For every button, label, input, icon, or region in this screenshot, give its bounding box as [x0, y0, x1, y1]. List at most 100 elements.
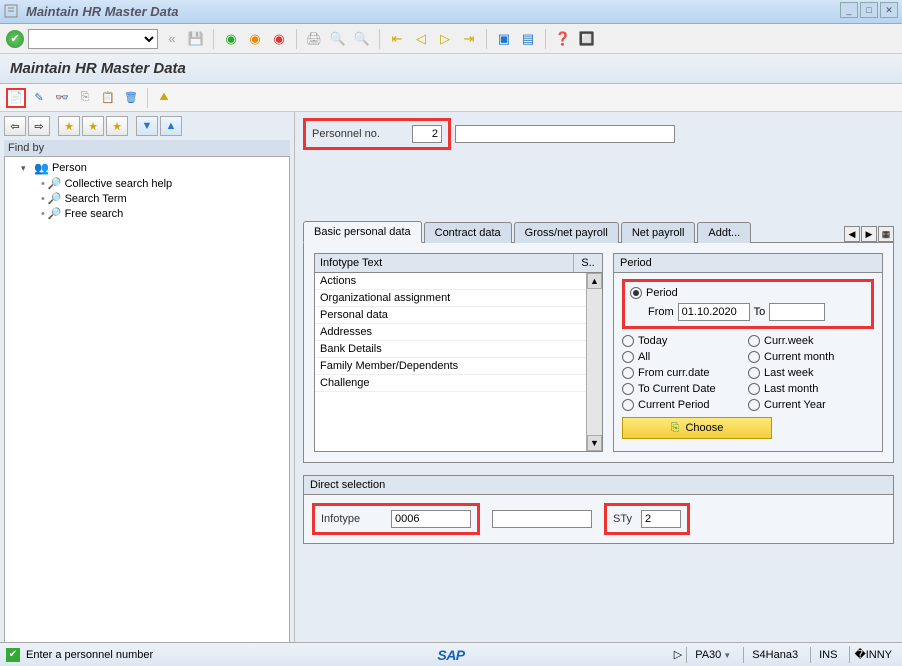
radio-icon[interactable]: [748, 335, 760, 347]
radio-icon[interactable]: [748, 351, 760, 363]
back-icon[interactable]: ◉: [221, 29, 241, 49]
tree-item-search-term[interactable]: • 🔎 Search Term: [7, 191, 287, 206]
next-page-icon[interactable]: ▷: [435, 29, 455, 49]
status-tcode[interactable]: PA30▼: [686, 647, 739, 663]
radio-current-period[interactable]: Current Period: [622, 397, 748, 413]
radio-label: Today: [638, 335, 667, 347]
radio-icon[interactable]: [630, 287, 642, 299]
tree-item-label: Free search: [65, 208, 124, 220]
favorite1-button[interactable]: ★: [58, 116, 80, 136]
tab-scroll-left-button[interactable]: ◀: [844, 226, 860, 242]
nav-back-button[interactable]: ⇦: [4, 116, 26, 136]
vertical-scrollbar[interactable]: ▲ ▼: [586, 273, 602, 451]
radio-last-week[interactable]: Last week: [748, 365, 874, 381]
person-icon: 👥: [34, 161, 49, 175]
table-row[interactable]: Family Member/Dependents: [315, 358, 602, 375]
radio-current-month[interactable]: Current month: [748, 349, 874, 365]
status-menu-icon[interactable]: �INNY: [849, 646, 896, 663]
radio-icon[interactable]: [622, 335, 634, 347]
shortcut-icon[interactable]: ▤: [518, 29, 538, 49]
sty-label: STy: [613, 513, 641, 525]
collapse-button[interactable]: ▲: [160, 116, 182, 136]
tree-item-label: Search Term: [65, 193, 127, 205]
find-icon[interactable]: 🔍: [328, 29, 348, 49]
find-next-icon[interactable]: 🔍: [352, 29, 372, 49]
table-row[interactable]: Personal data: [315, 307, 602, 324]
radio-period[interactable]: Period: [630, 285, 866, 301]
favorite3-button[interactable]: ★: [106, 116, 128, 136]
scroll-down-button[interactable]: ▼: [587, 435, 602, 451]
tab-contract-data[interactable]: Contract data: [424, 222, 512, 243]
exit-icon[interactable]: ◉: [245, 29, 265, 49]
print-icon[interactable]: 🖨: [304, 29, 324, 49]
infotype-text-header[interactable]: Infotype Text: [315, 254, 574, 272]
display-icon[interactable]: 👓: [52, 88, 72, 108]
scroll-up-button[interactable]: ▲: [587, 273, 602, 289]
tree-root-person[interactable]: ▾ 👥 Person: [7, 160, 287, 176]
radio-icon[interactable]: [748, 399, 760, 411]
nav-forward-button[interactable]: ⇨: [28, 116, 50, 136]
radio-icon[interactable]: [622, 351, 634, 363]
radio-today[interactable]: Today: [622, 333, 748, 349]
radio-from-curr-date[interactable]: From curr.date: [622, 365, 748, 381]
new-session-icon[interactable]: ▣: [494, 29, 514, 49]
minimize-button[interactable]: _: [840, 2, 858, 18]
enter-button[interactable]: ✔: [6, 30, 24, 48]
tab-scroll-right-button[interactable]: ▶: [861, 226, 877, 242]
first-page-icon[interactable]: ⇤: [387, 29, 407, 49]
radio-icon[interactable]: [622, 399, 634, 411]
radio-icon[interactable]: [748, 383, 760, 395]
infotype-input[interactable]: [391, 510, 471, 528]
tab-list-button[interactable]: ▦: [878, 226, 894, 242]
maximize-button[interactable]: □: [860, 2, 878, 18]
edit-icon[interactable]: ✎: [29, 88, 49, 108]
table-row[interactable]: Bank Details: [315, 341, 602, 358]
sty-input[interactable]: [641, 510, 681, 528]
layout-icon[interactable]: 🔲: [577, 29, 597, 49]
from-date-input[interactable]: [678, 303, 750, 321]
close-button[interactable]: ✕: [880, 2, 898, 18]
overview-icon[interactable]: ⛰: [154, 88, 174, 108]
delimit-icon[interactable]: 📋: [98, 88, 118, 108]
last-page-icon[interactable]: ⇥: [459, 29, 479, 49]
cancel-icon[interactable]: ◉: [269, 29, 289, 49]
copy-icon[interactable]: ⎘: [75, 88, 95, 108]
radio-curr-week[interactable]: Curr.week: [748, 333, 874, 349]
infotype-status-header[interactable]: S..: [574, 254, 602, 272]
prev-page-icon[interactable]: ◁: [411, 29, 431, 49]
expand-button[interactable]: ▼: [136, 116, 158, 136]
radio-icon[interactable]: [622, 367, 634, 379]
command-field[interactable]: [28, 29, 158, 49]
table-row[interactable]: Actions: [315, 273, 602, 290]
from-to-row: From To: [630, 301, 866, 323]
tab-gross-net-payroll[interactable]: Gross/net payroll: [514, 222, 619, 243]
help-icon[interactable]: ❓: [553, 29, 573, 49]
personnel-no-input[interactable]: [412, 125, 442, 143]
radio-all[interactable]: All: [622, 349, 748, 365]
radio-icon[interactable]: [622, 383, 634, 395]
create-icon[interactable]: 📄: [6, 88, 26, 108]
radio-icon[interactable]: [748, 367, 760, 379]
save-icon[interactable]: 💾: [186, 29, 206, 49]
favorite2-button[interactable]: ★: [82, 116, 104, 136]
radio-current-year[interactable]: Current Year: [748, 397, 874, 413]
radio-to-current-date[interactable]: To Current Date: [622, 381, 748, 397]
status-mode[interactable]: INS: [810, 647, 845, 663]
to-label: To: [754, 306, 766, 318]
table-row[interactable]: Addresses: [315, 324, 602, 341]
choose-button[interactable]: ⎘ Choose: [622, 417, 772, 439]
status-expand-icon[interactable]: ▷: [674, 648, 682, 661]
status-system[interactable]: S4Hana3: [743, 647, 806, 663]
tree-item-collective-search[interactable]: • 🔎 Collective search help: [7, 176, 287, 191]
tab-basic-personal-data[interactable]: Basic personal data: [303, 221, 422, 243]
collapse-toggle-icon[interactable]: ▾: [21, 163, 31, 174]
delete-icon[interactable]: 🗑: [121, 88, 141, 108]
to-date-input[interactable]: [769, 303, 825, 321]
table-row[interactable]: Organizational assignment: [315, 290, 602, 307]
tree-item-free-search[interactable]: • 🔎 Free search: [7, 206, 287, 221]
tab-additional[interactable]: Addt...: [697, 222, 751, 243]
separator: [379, 29, 380, 49]
tab-net-payroll[interactable]: Net payroll: [621, 222, 696, 243]
radio-last-month[interactable]: Last month: [748, 381, 874, 397]
table-row[interactable]: Challenge: [315, 375, 602, 392]
